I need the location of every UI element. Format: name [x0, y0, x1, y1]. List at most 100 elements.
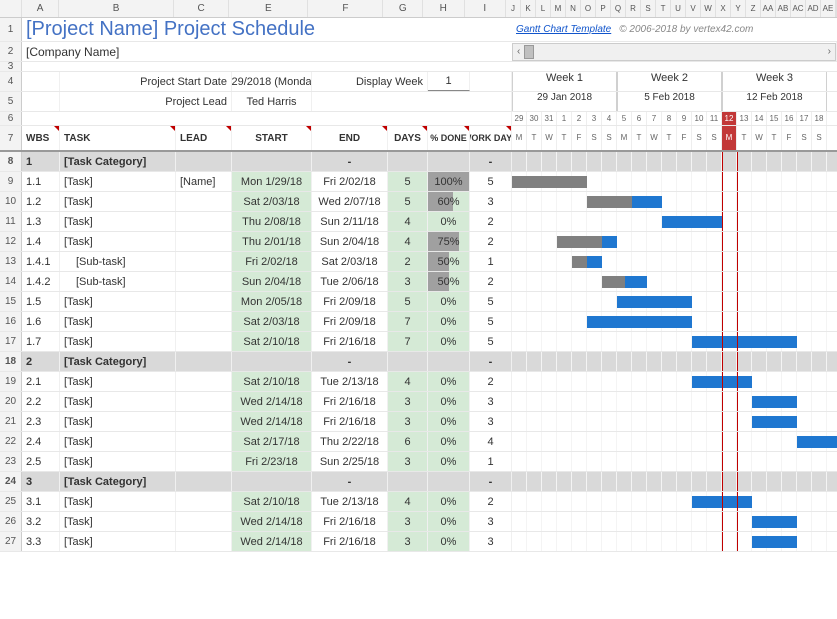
end-cell[interactable]: Fri 2/09/18	[312, 292, 388, 311]
display-week-input[interactable]: 1	[428, 72, 470, 91]
work-days-cell[interactable]: -	[470, 472, 512, 491]
work-days-cell[interactable]: 2	[470, 492, 512, 511]
pct-done-cell[interactable]: 50%	[428, 272, 470, 291]
days-cell[interactable]	[388, 472, 428, 491]
pct-done-cell[interactable]	[428, 472, 470, 491]
start-cell[interactable]	[232, 152, 312, 171]
start-cell[interactable]: Wed 2/14/18	[232, 392, 312, 411]
work-days-cell[interactable]: -	[470, 352, 512, 371]
row-header[interactable]: 17	[0, 332, 22, 351]
row-header[interactable]: 2	[0, 42, 22, 61]
days-cell[interactable]: 2	[388, 252, 428, 271]
task-cell[interactable]: [Task Category]	[60, 472, 176, 491]
lead-cell[interactable]	[176, 192, 232, 211]
work-days-cell[interactable]: 5	[470, 332, 512, 351]
task-cell[interactable]: [Task Category]	[60, 152, 176, 171]
lead-cell[interactable]	[176, 372, 232, 391]
header-days[interactable]: DAYS	[388, 126, 428, 150]
end-cell[interactable]: Fri 2/16/18	[312, 532, 388, 551]
row-header[interactable]: 22	[0, 432, 22, 451]
header-pct-done[interactable]: % DONE	[428, 126, 470, 150]
row-header[interactable]: 14	[0, 272, 22, 291]
pct-done-cell[interactable]: 0%	[428, 512, 470, 531]
work-days-cell[interactable]: 1	[470, 452, 512, 471]
pct-done-cell[interactable]: 0%	[428, 432, 470, 451]
pct-done-cell[interactable]: 0%	[428, 392, 470, 411]
days-cell[interactable]: 4	[388, 492, 428, 511]
start-cell[interactable]: Fri 2/23/18	[232, 452, 312, 471]
end-cell[interactable]: Fri 2/02/18	[312, 172, 388, 191]
task-cell[interactable]: [Task]	[60, 412, 176, 431]
lead-cell[interactable]	[176, 312, 232, 331]
work-days-cell[interactable]: 3	[470, 532, 512, 551]
row-header[interactable]: 13	[0, 252, 22, 271]
end-cell[interactable]: Fri 2/09/18	[312, 312, 388, 331]
start-cell[interactable]: Sat 2/03/18	[232, 192, 312, 211]
pct-done-cell[interactable]: 100%	[428, 172, 470, 191]
lead-cell[interactable]	[176, 292, 232, 311]
wbs-cell[interactable]: 1.7	[22, 332, 60, 351]
row-header[interactable]: 19	[0, 372, 22, 391]
end-cell[interactable]: Fri 2/16/18	[312, 412, 388, 431]
wbs-cell[interactable]: 3.2	[22, 512, 60, 531]
start-cell[interactable]	[232, 472, 312, 491]
start-cell[interactable]: Wed 2/14/18	[232, 412, 312, 431]
project-start-date[interactable]: 1/29/2018 (Monday)	[232, 72, 312, 91]
row-header[interactable]: 6	[0, 112, 22, 125]
start-cell[interactable]: Mon 2/05/18	[232, 292, 312, 311]
days-cell[interactable]: 4	[388, 212, 428, 231]
days-cell[interactable]: 3	[388, 532, 428, 551]
row-header[interactable]: 8	[0, 152, 22, 171]
row-header[interactable]: 12	[0, 232, 22, 251]
pct-done-cell[interactable]: 0%	[428, 332, 470, 351]
pct-done-cell[interactable]: 0%	[428, 212, 470, 231]
header-task[interactable]: TASK	[60, 126, 176, 150]
task-cell[interactable]: [Sub-task]	[60, 272, 176, 291]
pct-done-cell[interactable]: 0%	[428, 312, 470, 331]
row-header[interactable]: 23	[0, 452, 22, 471]
days-cell[interactable]: 4	[388, 372, 428, 391]
wbs-cell[interactable]: 2.2	[22, 392, 60, 411]
row-header[interactable]: 16	[0, 312, 22, 331]
end-cell[interactable]: Thu 2/22/18	[312, 432, 388, 451]
start-cell[interactable]: Sat 2/17/18	[232, 432, 312, 451]
task-cell[interactable]: [Task]	[60, 172, 176, 191]
work-days-cell[interactable]: 5	[470, 172, 512, 191]
days-cell[interactable]: 7	[388, 332, 428, 351]
wbs-cell[interactable]: 3.1	[22, 492, 60, 511]
row-header[interactable]: 15	[0, 292, 22, 311]
end-cell[interactable]: -	[312, 472, 388, 491]
pct-done-cell[interactable]: 0%	[428, 492, 470, 511]
wbs-cell[interactable]: 1	[22, 152, 60, 171]
task-row[interactable]: 91.1[Task][Name]Mon 1/29/18Fri 2/02/1851…	[0, 172, 837, 192]
work-days-cell[interactable]: 1	[470, 252, 512, 271]
header-wbs[interactable]: WBS	[22, 126, 60, 150]
row-header[interactable]: 25	[0, 492, 22, 511]
header-start[interactable]: START	[232, 126, 312, 150]
task-cell[interactable]: [Task]	[60, 532, 176, 551]
wbs-cell[interactable]: 2.3	[22, 412, 60, 431]
wbs-cell[interactable]: 3.3	[22, 532, 60, 551]
task-row[interactable]: 151.5[Task]Mon 2/05/18Fri 2/09/1850%5	[0, 292, 837, 312]
wbs-cell[interactable]: 1.3	[22, 212, 60, 231]
lead-cell[interactable]	[176, 412, 232, 431]
end-cell[interactable]: Tue 2/06/18	[312, 272, 388, 291]
wbs-cell[interactable]: 1.4.2	[22, 272, 60, 291]
pct-done-cell[interactable]	[428, 352, 470, 371]
days-cell[interactable]: 5	[388, 192, 428, 211]
task-row[interactable]: 263.2[Task]Wed 2/14/18Fri 2/16/1830%3	[0, 512, 837, 532]
days-cell[interactable]	[388, 352, 428, 371]
end-cell[interactable]: -	[312, 352, 388, 371]
pct-done-cell[interactable]	[428, 152, 470, 171]
wbs-cell[interactable]: 2.5	[22, 452, 60, 471]
work-days-cell[interactable]: 2	[470, 212, 512, 231]
row-header[interactable]: 21	[0, 412, 22, 431]
lead-cell[interactable]	[176, 352, 232, 371]
work-days-cell[interactable]: -	[470, 152, 512, 171]
pct-done-cell[interactable]: 0%	[428, 532, 470, 551]
task-cell[interactable]: [Task]	[60, 212, 176, 231]
lead-cell[interactable]	[176, 532, 232, 551]
task-row[interactable]: 111.3[Task]Thu 2/08/18Sun 2/11/1840%2	[0, 212, 837, 232]
task-cell[interactable]: [Task]	[60, 432, 176, 451]
end-cell[interactable]: Fri 2/16/18	[312, 392, 388, 411]
